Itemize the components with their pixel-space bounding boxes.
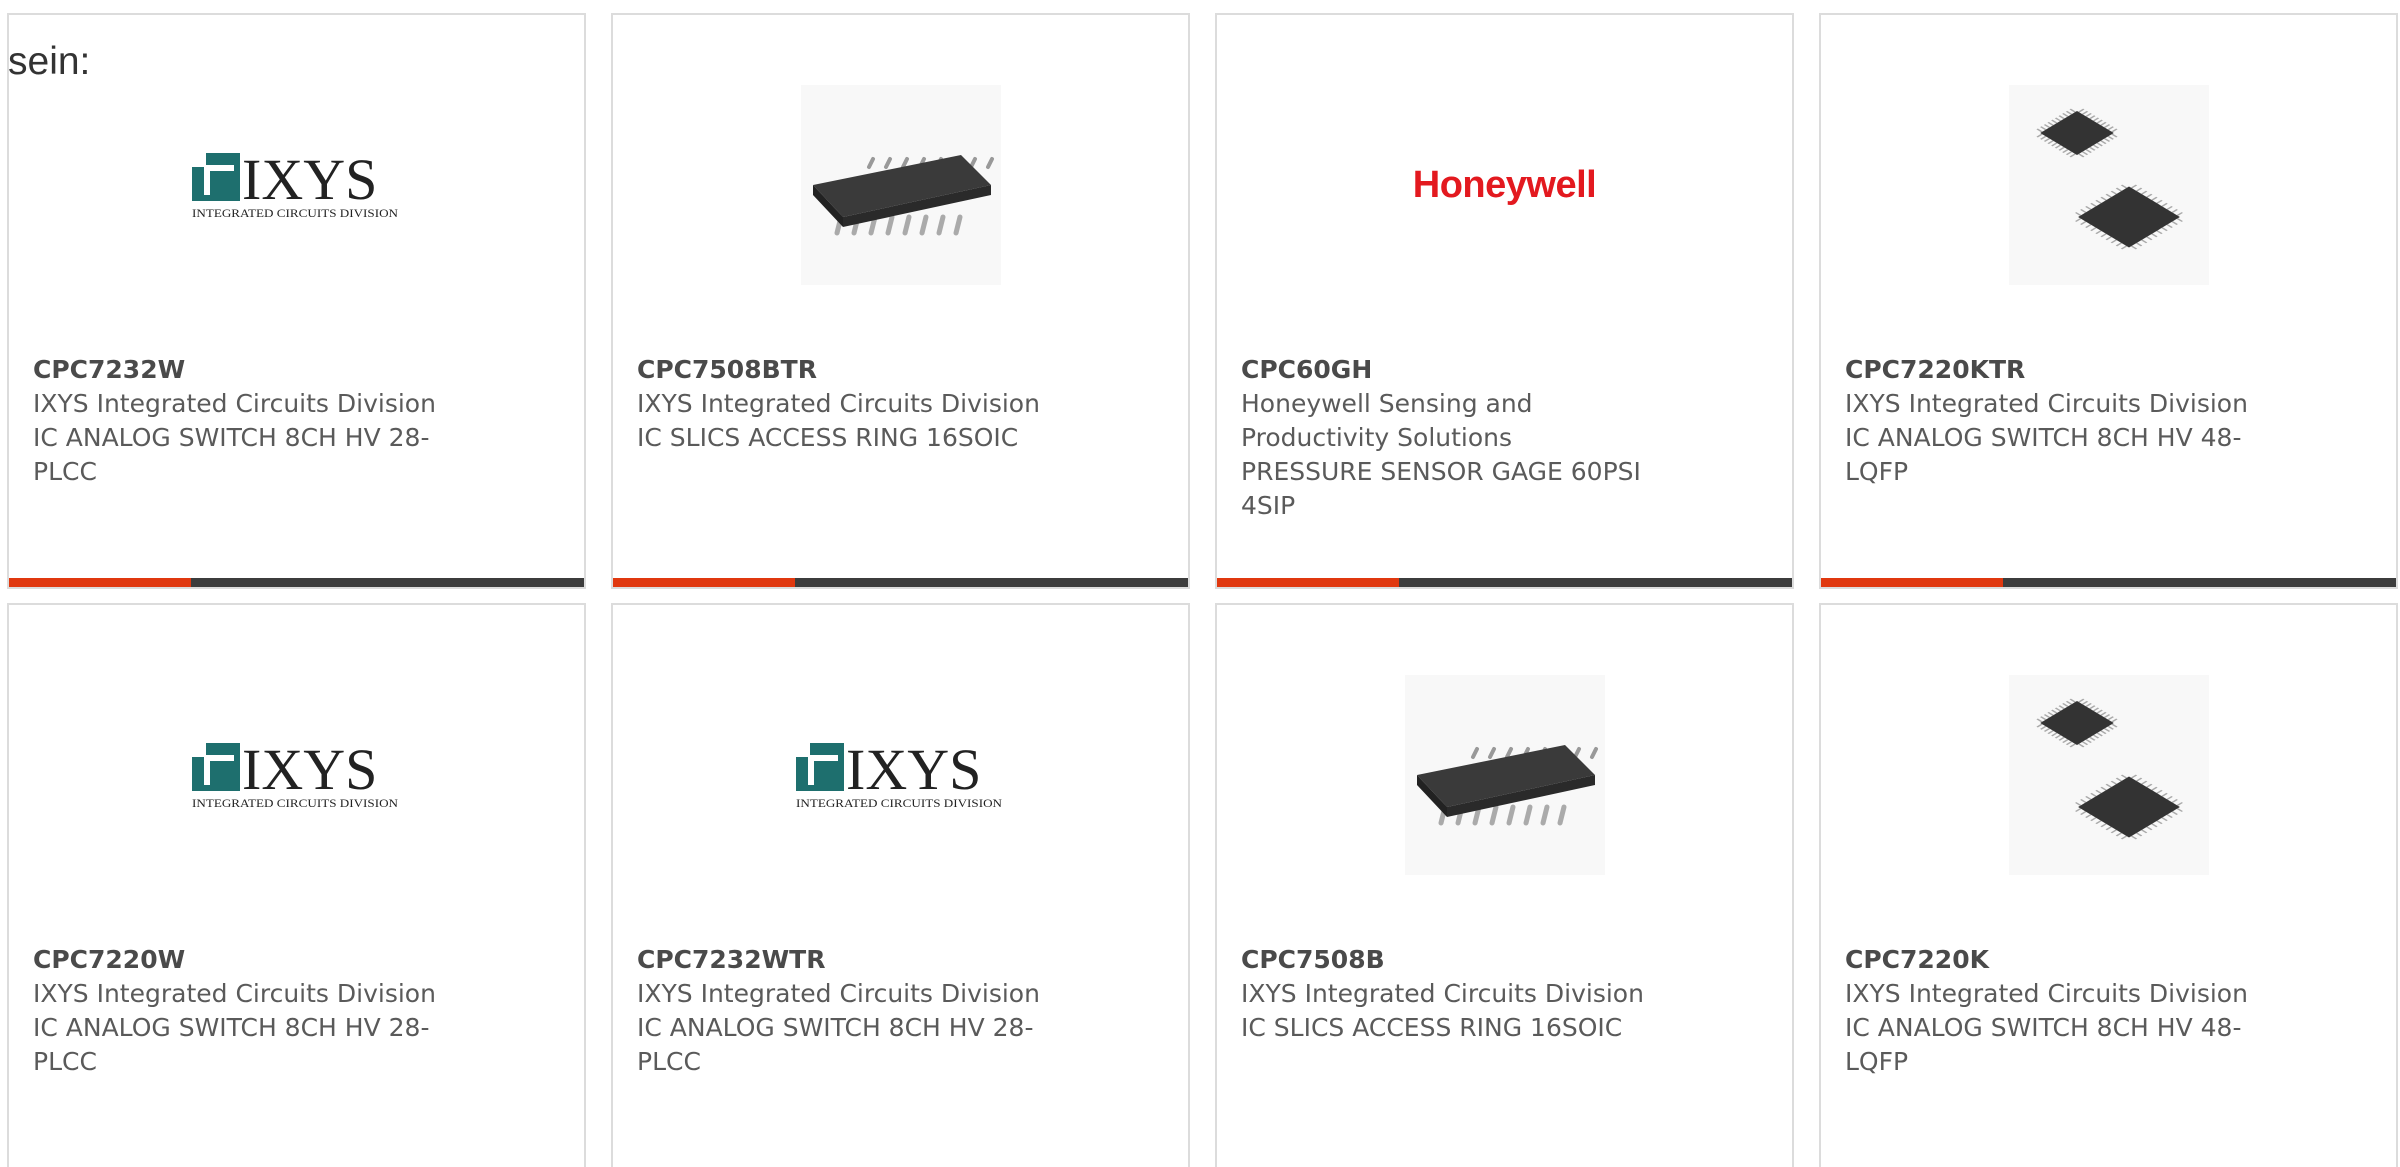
card-accent-bar	[1217, 578, 1792, 587]
manufacturer-name: IXYS Integrated Circuits Division	[1845, 979, 2248, 1008]
product-description: IC SLICS ACCESS RING 16SOIC	[1241, 1013, 1623, 1042]
soic-chip-photo	[1404, 675, 1605, 875]
svg-text:IXYS: IXYS	[846, 739, 981, 802]
lqfp-chip-photo	[2008, 675, 2209, 875]
product-description: IC ANALOG SWITCH 8CH HV 28-PLCC	[637, 1013, 1034, 1076]
product-description: IC ANALOG SWITCH 8CH HV 28-PLCC	[33, 423, 430, 486]
product-info: CPC7220KTR IXYS Integrated Circuits Divi…	[1845, 353, 2275, 489]
product-listing-page: sein: IXYS INTEGRATED CIRCUITS DIVISION …	[0, 0, 2400, 1167]
svg-text:IXYS: IXYS	[242, 149, 377, 212]
manufacturer-name: Honeywell Sensing and Productivity Solut…	[1241, 389, 1533, 452]
card-accent-bar	[1821, 578, 2396, 587]
product-image: IXYS INTEGRATED CIRCUITS DIVISION	[9, 675, 584, 875]
honeywell-logo: Honeywell	[1412, 163, 1597, 206]
product-card-cpc7232wtr[interactable]: IXYS INTEGRATED CIRCUITS DIVISION CPC723…	[611, 603, 1190, 1167]
part-number[interactable]: CPC7220KTR	[1845, 353, 2275, 387]
product-info: CPC7220W IXYS Integrated Circuits Divisi…	[33, 943, 463, 1079]
product-card-cpc60gh[interactable]: Honeywell CPC60GH Honeywell Sensing and …	[1215, 13, 1794, 589]
product-card-cpc7508btr[interactable]: CPC7508BTR IXYS Integrated Circuits Divi…	[611, 13, 1190, 589]
part-number[interactable]: CPC7220K	[1845, 943, 2275, 977]
product-image	[1217, 675, 1792, 875]
product-card-cpc7220w[interactable]: IXYS INTEGRATED CIRCUITS DIVISION CPC722…	[7, 603, 586, 1167]
manufacturer-name: IXYS Integrated Circuits Division	[33, 979, 436, 1008]
card-accent-highlight	[9, 578, 191, 587]
product-image: Honeywell	[1217, 85, 1792, 285]
product-info: CPC60GH Honeywell Sensing and Productivi…	[1241, 353, 1671, 523]
product-description: IC ANALOG SWITCH 8CH HV 48-LQFP	[1845, 1013, 2242, 1076]
manufacturer-name: IXYS Integrated Circuits Division	[33, 389, 436, 418]
part-number[interactable]: CPC7508B	[1241, 943, 1671, 977]
card-accent-bar	[9, 578, 584, 587]
product-image: IXYS INTEGRATED CIRCUITS DIVISION	[613, 675, 1188, 875]
product-image	[613, 85, 1188, 285]
product-info: CPC7508BTR IXYS Integrated Circuits Divi…	[637, 353, 1067, 455]
product-card-cpc7508b[interactable]: CPC7508B IXYS Integrated Circuits Divisi…	[1215, 603, 1794, 1167]
product-info: CPC7232W IXYS Integrated Circuits Divisi…	[33, 353, 463, 489]
product-card-cpc7220k[interactable]: CPC7220K IXYS Integrated Circuits Divisi…	[1819, 603, 2398, 1167]
product-description: PRESSURE SENSOR GAGE 60PSI 4SIP	[1241, 457, 1641, 520]
part-number[interactable]: CPC7220W	[33, 943, 463, 977]
product-image	[1821, 675, 2396, 875]
product-description: IC SLICS ACCESS RING 16SOIC	[637, 423, 1019, 452]
product-description: IC ANALOG SWITCH 8CH HV 48-LQFP	[1845, 423, 2242, 486]
manufacturer-name: IXYS Integrated Circuits Division	[637, 389, 1040, 418]
product-image: IXYS INTEGRATED CIRCUITS DIVISION	[9, 85, 584, 285]
product-image	[1821, 85, 2396, 285]
part-number[interactable]: CPC7232WTR	[637, 943, 1067, 977]
part-number[interactable]: CPC60GH	[1241, 353, 1671, 387]
ixys-logo: IXYS INTEGRATED CIRCUITS DIVISION	[191, 739, 399, 810]
manufacturer-name: IXYS Integrated Circuits Division	[1845, 389, 2248, 418]
svg-text:INTEGRATED CIRCUITS DIVISION: INTEGRATED CIRCUITS DIVISION	[192, 798, 399, 810]
product-info: CPC7508B IXYS Integrated Circuits Divisi…	[1241, 943, 1671, 1045]
card-accent-highlight	[1821, 578, 2003, 587]
svg-text:IXYS: IXYS	[242, 739, 377, 802]
soic-chip-photo	[800, 85, 1001, 285]
part-number[interactable]: CPC7232W	[33, 353, 463, 387]
intro-text: sein:	[8, 40, 91, 83]
manufacturer-name: IXYS Integrated Circuits Division	[1241, 979, 1644, 1008]
svg-text:INTEGRATED CIRCUITS DIVISION: INTEGRATED CIRCUITS DIVISION	[192, 208, 399, 220]
product-info: CPC7232WTR IXYS Integrated Circuits Divi…	[637, 943, 1067, 1079]
product-description: IC ANALOG SWITCH 8CH HV 28-PLCC	[33, 1013, 430, 1076]
product-grid: IXYS INTEGRATED CIRCUITS DIVISION CPC723…	[7, 13, 2400, 1167]
card-accent-highlight	[1217, 578, 1399, 587]
ixys-logo: IXYS INTEGRATED CIRCUITS DIVISION	[795, 739, 1003, 810]
lqfp-chip-photo	[2008, 85, 2209, 285]
product-card-cpc7232w[interactable]: IXYS INTEGRATED CIRCUITS DIVISION CPC723…	[7, 13, 586, 589]
product-card-cpc7220ktr[interactable]: CPC7220KTR IXYS Integrated Circuits Divi…	[1819, 13, 2398, 589]
ixys-logo: IXYS INTEGRATED CIRCUITS DIVISION	[191, 149, 399, 220]
card-accent-bar	[613, 578, 1188, 587]
card-accent-highlight	[613, 578, 795, 587]
product-info: CPC7220K IXYS Integrated Circuits Divisi…	[1845, 943, 2275, 1079]
svg-text:INTEGRATED CIRCUITS DIVISION: INTEGRATED CIRCUITS DIVISION	[796, 798, 1003, 810]
manufacturer-name: IXYS Integrated Circuits Division	[637, 979, 1040, 1008]
part-number[interactable]: CPC7508BTR	[637, 353, 1067, 387]
